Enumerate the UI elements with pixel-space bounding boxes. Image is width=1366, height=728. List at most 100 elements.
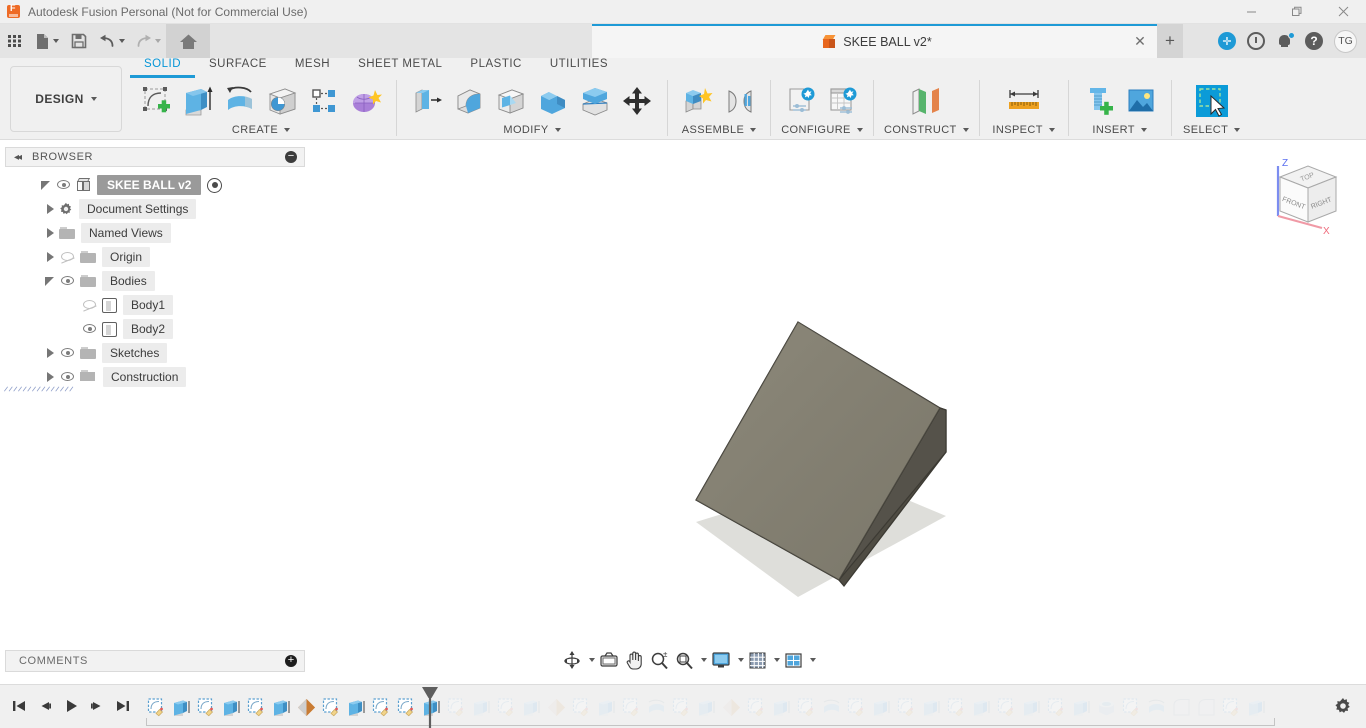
timeline-feature-shell[interactable]	[1094, 694, 1119, 720]
tree-item-body2[interactable]: Body2	[5, 317, 305, 341]
tree-item-body1[interactable]: Body1	[5, 293, 305, 317]
play-button[interactable]	[60, 695, 82, 717]
timeline-feature-extrude[interactable]	[469, 694, 494, 720]
timeline-feature-sketch[interactable]	[844, 694, 869, 720]
tree-item-named-views[interactable]: Named Views	[5, 221, 305, 245]
timeline-feature-sketch[interactable]	[369, 694, 394, 720]
comments-panel-header[interactable]: COMMENTS +	[5, 650, 305, 672]
document-tab-close-icon[interactable]: ✕	[1131, 32, 1149, 50]
tree-item-construction[interactable]: Construction	[4, 365, 305, 392]
expander-closed-icon[interactable]	[43, 346, 57, 360]
timeline-feature-sketch[interactable]	[1044, 694, 1069, 720]
timeline-feature-appearance[interactable]	[719, 694, 744, 720]
expander-closed-icon[interactable]	[43, 250, 57, 264]
timeline-feature-revolve[interactable]	[819, 694, 844, 720]
split-face-icon[interactable]	[575, 80, 615, 122]
timeline-feature-extrude[interactable]	[694, 694, 719, 720]
timeline-feature-sketch[interactable]	[894, 694, 919, 720]
job-status-icon[interactable]	[1246, 31, 1266, 51]
timeline-settings-gear-icon[interactable]	[1334, 697, 1352, 720]
offset-plane-icon[interactable]	[900, 80, 952, 122]
redo-caret-icon[interactable]	[155, 39, 161, 43]
look-at-icon[interactable]	[597, 649, 621, 671]
tree-item-origin[interactable]: Origin	[5, 245, 305, 269]
timeline-feature-sketch[interactable]	[394, 694, 419, 720]
zoom-icon[interactable]: ±	[648, 649, 671, 671]
ribbon-group-modify-label[interactable]: MODIFY	[503, 122, 561, 138]
timeline-feature-extrude[interactable]	[869, 694, 894, 720]
jump-to-end-button[interactable]	[112, 695, 134, 717]
visibility-eye-icon[interactable]	[59, 346, 77, 360]
timeline-feature-revolve[interactable]	[644, 694, 669, 720]
timeline-feature-extrude[interactable]	[919, 694, 944, 720]
home-button[interactable]	[166, 24, 210, 58]
ribbon-group-insert-label[interactable]: INSERT	[1092, 122, 1147, 138]
timeline-marker[interactable]	[421, 687, 439, 728]
view-cube[interactable]: Z X TOP FRONT RIGHT	[1260, 150, 1352, 242]
form-icon[interactable]	[346, 80, 386, 122]
timeline-feature-sketch[interactable]	[669, 694, 694, 720]
ribbon-group-assemble-label[interactable]: ASSEMBLE	[682, 122, 757, 138]
timeline-feature-sketch[interactable]	[569, 694, 594, 720]
ribbon-group-configure-label[interactable]: CONFIGURE	[781, 122, 863, 138]
app-grid-button[interactable]	[0, 24, 30, 58]
timeline-feature-extrude[interactable]	[219, 694, 244, 720]
visibility-eye-off-icon[interactable]	[81, 298, 99, 312]
visibility-eye-icon[interactable]	[81, 322, 99, 336]
timeline-feature-sketch[interactable]	[794, 694, 819, 720]
browser-collapse-icon[interactable]: ◂◂	[14, 152, 22, 163]
create-sketch-icon[interactable]	[136, 80, 176, 122]
timeline-feature-extrude[interactable]	[1069, 694, 1094, 720]
sphere-icon[interactable]	[262, 80, 302, 122]
timeline-feature-revolve[interactable]	[1144, 694, 1169, 720]
fit-caret-icon[interactable]	[701, 658, 707, 662]
ribbon-group-select-label[interactable]: SELECT	[1183, 122, 1241, 138]
browser-minimize-icon[interactable]: −	[285, 151, 297, 163]
document-tab[interactable]: SKEE BALL v2*	[592, 24, 1162, 58]
tab-surface[interactable]: SURFACE	[195, 58, 281, 78]
activate-component-icon[interactable]	[207, 177, 223, 193]
pattern-icon[interactable]	[304, 80, 344, 122]
new-document-caret-icon[interactable]	[53, 39, 59, 43]
extensions-icon[interactable]: ✛	[1217, 31, 1237, 51]
timeline-feature-sketch[interactable]	[1119, 694, 1144, 720]
timeline-feature-appearance[interactable]	[294, 694, 319, 720]
orbit-icon[interactable]	[560, 649, 584, 671]
tab-sheet-metal[interactable]: SHEET METAL	[344, 58, 456, 78]
undo-button[interactable]	[94, 24, 130, 58]
timeline-feature-extrude[interactable]	[1019, 694, 1044, 720]
ribbon-group-inspect-label[interactable]: INSPECT	[992, 122, 1055, 138]
expander-closed-icon[interactable]	[43, 202, 57, 216]
visibility-eye-icon[interactable]	[59, 274, 77, 288]
notifications-icon[interactable]	[1275, 31, 1295, 51]
joint-icon[interactable]	[720, 80, 760, 122]
timeline-feature-sketch[interactable]	[744, 694, 769, 720]
timeline-feature-extrude[interactable]	[169, 694, 194, 720]
tree-item-document-settings[interactable]: Document Settings	[5, 197, 305, 221]
close-button[interactable]	[1320, 0, 1366, 24]
fillet-icon[interactable]	[449, 80, 489, 122]
grid-snaps-caret-icon[interactable]	[774, 658, 780, 662]
timeline-feature-appearance[interactable]	[544, 694, 569, 720]
add-comment-icon[interactable]: +	[285, 655, 297, 667]
move-copy-icon[interactable]	[617, 80, 657, 122]
redo-button[interactable]	[130, 24, 166, 58]
step-back-button[interactable]	[34, 695, 56, 717]
timeline-feature-sketch[interactable]	[444, 694, 469, 720]
help-icon[interactable]: ?	[1304, 31, 1324, 51]
tree-item-bodies[interactable]: Bodies	[5, 269, 305, 293]
timeline-feature-extrude[interactable]	[969, 694, 994, 720]
expander-open-icon[interactable]	[43, 274, 57, 288]
save-button[interactable]	[64, 24, 94, 58]
timeline-feature-extrude[interactable]	[269, 694, 294, 720]
timeline-feature-extrude[interactable]	[344, 694, 369, 720]
extrude-icon[interactable]	[178, 80, 218, 122]
tab-mesh[interactable]: MESH	[281, 58, 344, 78]
insert-canvas-icon[interactable]	[1121, 80, 1161, 122]
new-document-button[interactable]	[30, 24, 64, 58]
select-window-icon[interactable]	[1192, 80, 1232, 122]
press-pull-icon[interactable]	[407, 80, 447, 122]
tab-solid[interactable]: SOLID	[130, 58, 196, 78]
timeline-feature-sketch[interactable]	[994, 694, 1019, 720]
display-settings-icon[interactable]	[709, 649, 733, 671]
